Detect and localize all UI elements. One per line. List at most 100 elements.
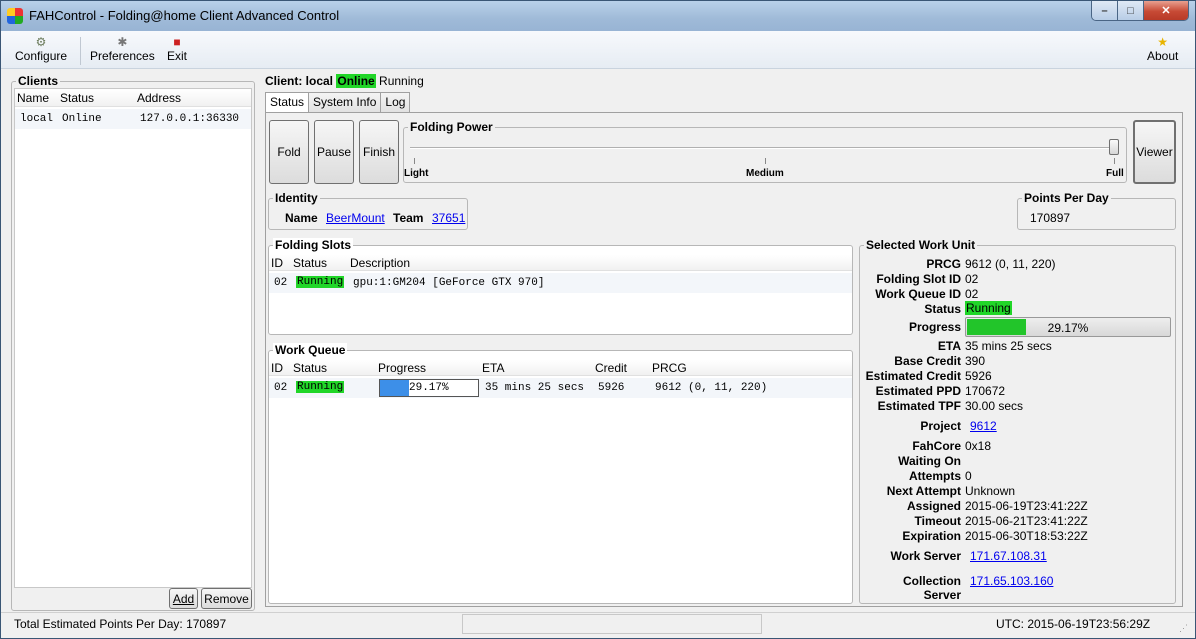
wu-slot-label: Folding Slot ID xyxy=(876,272,961,286)
col-address[interactable]: Address xyxy=(137,91,181,105)
viewer-button[interactable]: Viewer xyxy=(1133,120,1176,184)
wu-status-label: Status xyxy=(924,302,961,316)
preferences-button[interactable]: ✱ Preferences xyxy=(90,35,155,63)
wu-fahcore: 0x18 xyxy=(965,439,992,453)
about-label: About xyxy=(1147,49,1179,63)
minimize-button[interactable]: – xyxy=(1092,1,1118,20)
col-name[interactable]: Name xyxy=(17,91,49,105)
exit-button[interactable]: ■ Exit xyxy=(167,35,187,63)
tab-log[interactable]: Log xyxy=(380,92,411,112)
wu-next-attempt-label: Next Attempt xyxy=(886,484,961,498)
clients-title: Clients xyxy=(16,74,61,88)
add-client-button[interactable]: Add xyxy=(169,588,198,609)
exit-label: Exit xyxy=(167,49,188,63)
wu-est-credit-label: Estimated Credit xyxy=(865,369,961,383)
wu-prcg: 9612 (0, 11, 220) xyxy=(965,257,1056,271)
name-label: Name xyxy=(285,211,318,225)
wu-work-server-label: Work Server xyxy=(890,549,961,563)
remove-client-button[interactable]: Remove xyxy=(201,588,252,609)
close-button[interactable]: ✕ xyxy=(1144,1,1188,20)
preferences-label: Preferences xyxy=(90,49,155,63)
maximize-icon: □ xyxy=(1127,4,1134,17)
slots-col-id[interactable]: ID xyxy=(271,256,283,270)
wu-est-tpf-label: Estimated TPF xyxy=(877,399,961,413)
wu-progress-bar: 29.17% xyxy=(965,317,1171,337)
remove-label: Remove xyxy=(204,591,249,606)
clients-header: Name Status Address xyxy=(15,89,251,107)
identity-group: Identity Name BeerMount Team 37651 xyxy=(268,191,468,230)
wu-eta: 35 mins 25 secs xyxy=(965,339,1052,353)
fold-button[interactable]: Fold xyxy=(269,120,309,184)
pause-button[interactable]: Pause xyxy=(314,120,354,184)
wu-project-link[interactable]: 9612 xyxy=(970,419,997,433)
queue-col-progress[interactable]: Progress xyxy=(378,361,426,375)
finish-button[interactable]: Finish xyxy=(359,120,399,184)
title-bar[interactable]: FAHControl - Folding@home Client Advance… xyxy=(1,1,1195,31)
ppd-value: 170897 xyxy=(1030,211,1071,225)
wu-work-server-link[interactable]: 171.67.108.31 xyxy=(970,549,1047,563)
queue-col-eta[interactable]: ETA xyxy=(482,361,504,375)
slot-status-badge: Running xyxy=(296,276,345,288)
work-queue-title: Work Queue xyxy=(273,343,348,357)
exit-icon: ■ xyxy=(173,35,181,49)
fah-app-icon xyxy=(7,8,23,24)
queue-col-prcg[interactable]: PRCG xyxy=(652,361,687,375)
client-header: Client: local Online Running xyxy=(265,74,424,88)
queue-credit: 5926 xyxy=(598,382,625,394)
power-medium-label: Medium xyxy=(746,168,784,179)
folding-slots-group: Folding Slots ID Status Description 02 R… xyxy=(268,238,853,335)
wu-base-credit-label: Base Credit xyxy=(894,354,961,368)
client-status: Online xyxy=(62,113,102,125)
configure-icon: ⚙ xyxy=(35,35,47,49)
maximize-button[interactable]: □ xyxy=(1118,1,1144,20)
selected-work-unit-title: Selected Work Unit xyxy=(864,238,978,252)
client-address: 127.0.0.1:36330 xyxy=(140,113,240,125)
wu-est-tpf: 30.00 secs xyxy=(965,399,1024,413)
team-link[interactable]: 37651 xyxy=(432,211,465,225)
resize-grip-icon[interactable]: ⋰ xyxy=(1179,623,1188,634)
slots-col-status[interactable]: Status xyxy=(293,256,327,270)
slots-col-description[interactable]: Description xyxy=(350,256,410,270)
queue-id: 02 xyxy=(274,382,288,394)
wu-est-credit: 5926 xyxy=(965,369,992,383)
wu-slot: 02 xyxy=(965,272,979,286)
about-button[interactable]: ★ About xyxy=(1147,35,1178,63)
add-label: Add xyxy=(172,591,195,606)
queue-col-status[interactable]: Status xyxy=(293,361,327,375)
wu-est-ppd-label: Estimated PPD xyxy=(875,384,961,398)
toolbar-separator xyxy=(80,37,81,65)
app-window: FAHControl - Folding@home Client Advance… xyxy=(0,0,1196,639)
wu-collection-server-link[interactable]: 171.65.103.160 xyxy=(970,574,1053,588)
wu-progress-text: 29.17% xyxy=(1047,321,1089,335)
tab-system-info[interactable]: System Info xyxy=(308,92,382,112)
slot-row[interactable]: 02 Running gpu:1:GM204 [GeForce GTX 970] xyxy=(269,273,852,293)
wu-status-badge: Running xyxy=(965,301,1012,315)
toolbar: ⚙ Configure ✱ Preferences ■ Exit ★ About xyxy=(1,31,1195,69)
client-prefix: Client: local xyxy=(265,74,334,88)
power-light-label: Light xyxy=(404,168,429,179)
wu-waiting-label: Waiting On xyxy=(898,454,961,468)
tab-status[interactable]: Status xyxy=(265,92,310,113)
client-online-badge: Online xyxy=(336,74,376,88)
status-bar-panel xyxy=(462,614,762,634)
configure-button[interactable]: ⚙ Configure xyxy=(15,35,67,63)
wu-expiration-label: Expiration xyxy=(902,529,961,543)
donor-name-link[interactable]: BeerMount xyxy=(326,211,385,225)
col-status[interactable]: Status xyxy=(60,91,94,105)
slot-id: 02 xyxy=(274,277,288,289)
queue-col-id[interactable]: ID xyxy=(271,361,283,375)
power-full-label: Full xyxy=(1106,168,1124,179)
wu-fahcore-label: FahCore xyxy=(912,439,961,453)
queue-col-credit[interactable]: Credit xyxy=(595,361,627,375)
power-slider-thumb[interactable] xyxy=(1109,139,1119,155)
power-slider-track[interactable] xyxy=(410,147,1118,149)
client-row[interactable]: local Online 127.0.0.1:36330 xyxy=(15,109,251,129)
folding-slots-title: Folding Slots xyxy=(273,238,353,252)
work-queue-group: Work Queue ID Status Progress ETA Credit… xyxy=(268,343,853,604)
wu-queue: 02 xyxy=(965,287,979,301)
wu-progress-label: Progress xyxy=(908,320,961,334)
window-controls: – □ ✕ xyxy=(1091,1,1189,21)
slider-tick xyxy=(414,158,415,164)
queue-row[interactable]: 02 Running 29.17% 35 mins 25 secs 5926 9… xyxy=(269,378,852,398)
minimize-icon: – xyxy=(1101,4,1108,17)
